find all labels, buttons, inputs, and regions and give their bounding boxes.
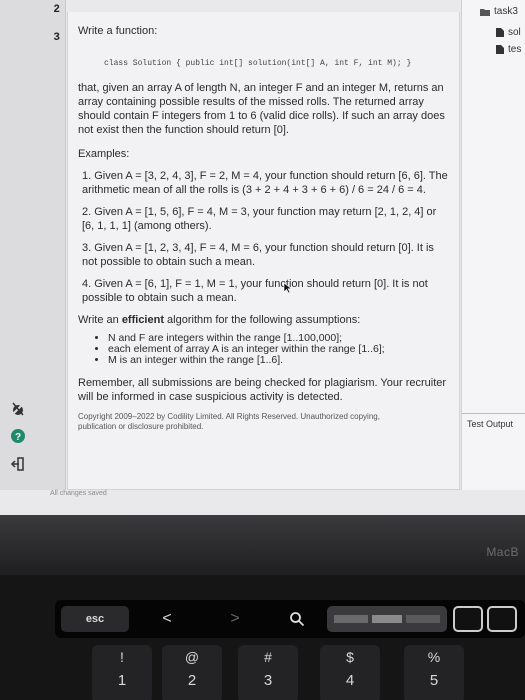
line-number: 2	[53, 4, 60, 16]
touch-bar: esc < >	[55, 600, 525, 638]
scrubber-thumbnails-icon	[334, 615, 440, 623]
search-key[interactable]	[277, 606, 317, 632]
tree-file-label: sol	[508, 27, 521, 38]
test-output-tab[interactable]: Test Output	[462, 413, 525, 490]
key-symbol: @	[184, 649, 200, 665]
mouse-cursor-icon	[283, 282, 293, 294]
window-toggle-key[interactable]	[487, 606, 517, 632]
file-icon	[496, 28, 504, 37]
help-icon[interactable]: ?	[6, 424, 30, 448]
tree-folder-label: task3	[494, 6, 518, 17]
key-symbol: !	[120, 649, 124, 665]
touchbar-scrubber[interactable]	[327, 606, 447, 632]
folder-icon	[480, 8, 490, 16]
examples-heading: Examples:	[78, 148, 130, 160]
copyright-notice: Copyright 2009–2022 by Codility Limited.…	[78, 412, 380, 431]
file-icon	[496, 45, 504, 54]
file-tree-panel: task3 sol tes Test Output	[461, 0, 525, 490]
assumptions-list: N and F are integers within the range [1…	[108, 333, 449, 366]
key-symbol: %	[427, 649, 441, 665]
key-digit: 1	[117, 672, 127, 689]
screen: 2 3 ? Write a function: class Solution {…	[0, 0, 525, 515]
search-icon	[290, 612, 305, 627]
tree-file-sol[interactable]: sol	[496, 27, 521, 38]
key-symbol: $	[346, 649, 354, 665]
key-digit: 3	[263, 672, 273, 689]
tree-file-label: tes	[508, 44, 522, 55]
key-digit: 2	[187, 672, 197, 689]
plagiarism-notice: Remember, all submissions are being chec…	[78, 377, 447, 403]
brand-label: MacB	[486, 545, 519, 559]
esc-key[interactable]: esc	[61, 606, 129, 632]
tree-file-tes[interactable]: tes	[496, 44, 521, 55]
assumptions-heading: Write an efficient algorithm for the fol…	[78, 313, 449, 327]
editor-gutter: 2 3 ?	[0, 0, 66, 490]
task-description-panel: Write a function: class Solution { publi…	[67, 12, 460, 490]
test-output-label: Test Output	[467, 419, 514, 429]
task-title: Write a function:	[78, 25, 158, 37]
key-1[interactable]: ! 1	[92, 645, 152, 700]
forward-key[interactable]: >	[215, 606, 255, 632]
key-digit: 4	[345, 672, 355, 689]
line-number: 3	[53, 32, 60, 44]
example-item: 1. Given A = [3, 2, 4, 3], F = 2, M = 4,…	[82, 170, 448, 196]
key-3[interactable]: # 3	[238, 645, 298, 700]
bug-icon[interactable]	[6, 397, 30, 421]
save-status: All changes saved	[50, 490, 107, 497]
task-intro: that, given an array A of length N, an i…	[78, 82, 445, 136]
key-2[interactable]: @ 2	[162, 645, 222, 700]
assumptions-pre: Write an	[78, 314, 122, 326]
exit-icon[interactable]	[6, 452, 30, 476]
svg-text:?: ?	[15, 432, 21, 443]
tree-folder-task3[interactable]: task3	[480, 6, 518, 17]
keyboard: esc < > ! 1 @ 2 # 3 $ 4 % 5	[0, 575, 525, 700]
example-item: 4. Given A = [6, 1], F = 1, M = 1, your …	[82, 278, 428, 304]
example-item: 2. Given A = [1, 5, 6], F = 4, M = 3, yo…	[82, 206, 437, 232]
key-4[interactable]: $ 4	[320, 645, 380, 700]
key-symbol: #	[264, 649, 272, 665]
laptop-bezel: MacB	[0, 515, 525, 575]
code-signature: class Solution { public int[] solution(i…	[104, 59, 412, 68]
example-item: 3. Given A = [1, 2, 3, 4], F = 4, M = 6,…	[82, 242, 434, 268]
assumption-item: M is an integer within the range [1..6].	[108, 355, 449, 366]
assumptions-bold: efficient	[121, 314, 164, 326]
back-key[interactable]: <	[147, 606, 187, 632]
key-5[interactable]: % 5	[404, 645, 464, 700]
window-toggle-key[interactable]	[453, 606, 483, 632]
assumptions-post: algorithm for the following assumptions:	[164, 314, 361, 326]
key-digit: 5	[429, 672, 439, 689]
